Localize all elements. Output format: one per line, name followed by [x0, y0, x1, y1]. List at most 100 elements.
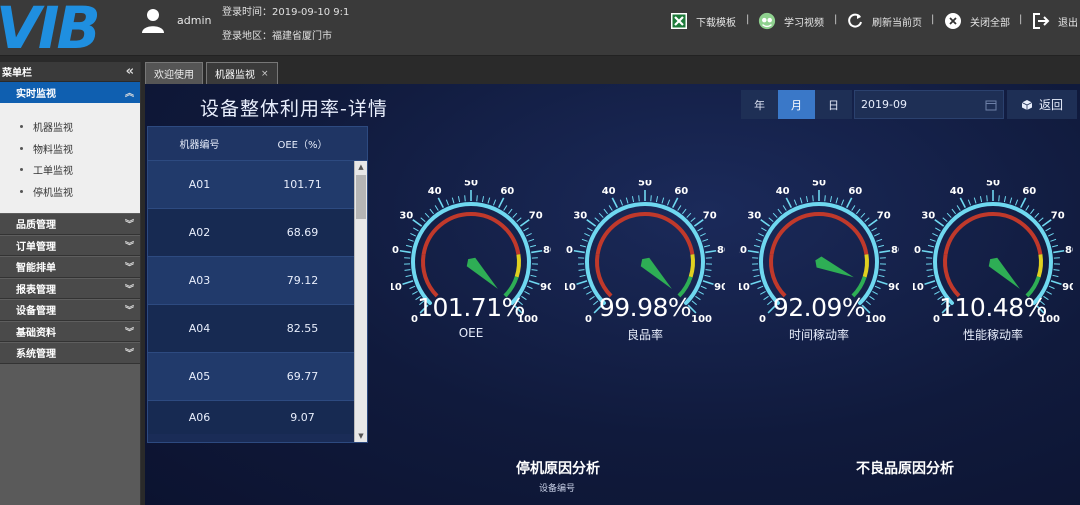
gauge-minor-tick [410, 233, 417, 237]
back-button[interactable]: 返回 [1007, 90, 1077, 119]
gauge-minor-tick [986, 195, 988, 202]
sidebar: 菜单栏 « 实时监视 ︽ 机器监视 物料监视 工单监视 停机监视 品质管理 ︾ 订… [0, 62, 141, 505]
sidebar-group-equipment[interactable]: 设备管理 ︾ [0, 299, 140, 321]
gauge-minor-tick [926, 269, 933, 271]
study-video-button[interactable]: 学习视频 [758, 11, 824, 31]
sidebar-item-order-monitor[interactable]: 工单监视 [0, 159, 140, 181]
user-name: admin [177, 14, 212, 27]
gauge-tick-label: 70 [703, 210, 717, 221]
sidebar-item-material-monitor[interactable]: 物料监视 [0, 138, 140, 160]
gauge-tick-label: 20 [391, 245, 399, 256]
gauge-tick-label: 90 [888, 282, 899, 293]
logout-button[interactable]: 退出 [1032, 11, 1078, 31]
gauge-needle [815, 256, 854, 278]
gauge-tick-label: 90 [714, 282, 725, 293]
sidebar-group-basic-data[interactable]: 基础资料 ︾ [0, 320, 140, 342]
gauge-minor-tick [581, 238, 588, 242]
gauge-minor-tick [1051, 244, 1059, 248]
tab-welcome[interactable]: 欢迎使用 [145, 62, 203, 84]
gauge-minor-tick [782, 205, 787, 211]
gauge-minor-tick [429, 208, 435, 215]
sidebar-collapse-icon[interactable]: « [126, 64, 134, 79]
download-template-button[interactable]: 下载模板 [670, 11, 736, 31]
sidebar-group-quality[interactable]: 品质管理 ︾ [0, 213, 140, 235]
period-year-button[interactable]: 年 [741, 90, 778, 119]
gauge-major-tick [760, 219, 771, 227]
gauge-tick-label: 20 [565, 245, 573, 256]
gauge-minor-tick [931, 285, 938, 290]
gauge-minor-tick [413, 227, 419, 232]
gauge-minor-tick [755, 238, 762, 242]
gauge-band-yellow [688, 254, 695, 278]
table-scrollbar[interactable]: ▲ ▼ [354, 161, 367, 442]
gauge-minor-tick [702, 238, 709, 242]
gauge-minor-tick [793, 199, 798, 206]
gauge-minor-tick [879, 269, 886, 271]
gauge-minor-tick [758, 233, 765, 237]
scroll-thumb[interactable] [356, 175, 366, 219]
table-row[interactable]: A03 79.12 [148, 257, 354, 305]
gauge-minor-tick [705, 269, 712, 271]
tab-close-icon[interactable]: × [261, 69, 269, 79]
gauge-minor-tick [492, 199, 497, 206]
gauge-tick-label: 80 [891, 245, 899, 256]
table-row[interactable]: A04 82.55 [148, 305, 354, 353]
page-title: 设备整体利用率-详情 [200, 98, 388, 120]
period-month-button[interactable]: 月 [778, 90, 815, 119]
gauge-minor-tick [1025, 205, 1030, 211]
table-row[interactable]: A05 69.77 [148, 353, 354, 401]
gauge-minor-tick [946, 212, 952, 218]
gauge-minor-tick [584, 233, 591, 237]
date-input[interactable]: 2019-09 [854, 90, 1004, 119]
gauge-label: 良品率 [626, 328, 663, 342]
gauge-minor-tick [530, 274, 537, 278]
gauge-minor-tick [1014, 199, 1019, 206]
sidebar-group-orders[interactable]: 订单管理 ︾ [0, 234, 140, 256]
sidebar-group-scheduling[interactable]: 智能排单 ︾ [0, 256, 140, 278]
sidebar-group-reports[interactable]: 报表管理 ︾ [0, 277, 140, 299]
gauge-minor-tick [690, 217, 696, 223]
gauge-tick-label: 20 [739, 245, 747, 256]
gauge-minor-tick [525, 233, 532, 237]
gauge-major-tick [671, 197, 679, 209]
sidebar-item-machine-monitor[interactable]: 机器监视 [0, 116, 140, 138]
login-area: 登录地区：福建省厦门市 [222, 31, 332, 42]
gauge-minor-tick [805, 196, 809, 203]
table-row[interactable]: A06 9.07 [148, 401, 354, 434]
gauge-major-tick [750, 280, 762, 286]
sidebar-group-realtime-monitor[interactable]: 实时监视 ︽ [0, 82, 140, 103]
gauge-major-tick [845, 197, 853, 209]
gauge-minor-tick [772, 212, 778, 218]
tab-machine-monitor[interactable]: 机器监视 × [206, 62, 278, 84]
gauge-minor-tick [481, 196, 485, 203]
table-row[interactable]: A01 101.71 [148, 161, 354, 209]
sidebar-item-downtime-monitor[interactable]: 停机监视 [0, 181, 140, 203]
gauge-minor-tick [487, 197, 491, 204]
gauge-tick-label: 30 [399, 210, 413, 221]
gauge-tick-label: 60 [674, 186, 688, 197]
gauge-minor-tick [835, 197, 839, 204]
gauge-major-tick [876, 280, 888, 286]
gauge-label: 性能稼动率 [962, 328, 1023, 342]
period-day-button[interactable]: 日 [815, 90, 852, 119]
gauge-minor-tick [829, 196, 833, 203]
gauge-minor-tick [799, 197, 803, 204]
close-all-button[interactable]: 关闭全部 [944, 11, 1010, 31]
gauge-tick-label: 40 [602, 186, 616, 197]
gauge-minor-tick [407, 238, 414, 242]
scroll-down-icon[interactable]: ▼ [355, 430, 367, 442]
sidebar-group-system[interactable]: 系统管理 ︾ [0, 342, 140, 364]
refresh-page-button[interactable]: 刷新当前页 [846, 11, 922, 31]
gauge-minor-tick [681, 208, 687, 215]
gauge-band-red [769, 212, 869, 255]
gauge-minor-tick [703, 244, 711, 248]
gauge-major-tick [959, 197, 967, 209]
gauge-major-tick [497, 197, 505, 209]
table-row[interactable]: A02 68.69 [148, 209, 354, 257]
gauge-minor-tick [451, 197, 455, 204]
gauge-minor-tick [851, 205, 856, 211]
gauge-minor-tick [631, 196, 635, 203]
gauge-time-utilization: 0102030405060708090100 92.09% 时间稼动率 [739, 180, 899, 350]
refresh-icon [846, 12, 864, 30]
scroll-up-icon[interactable]: ▲ [355, 161, 367, 173]
